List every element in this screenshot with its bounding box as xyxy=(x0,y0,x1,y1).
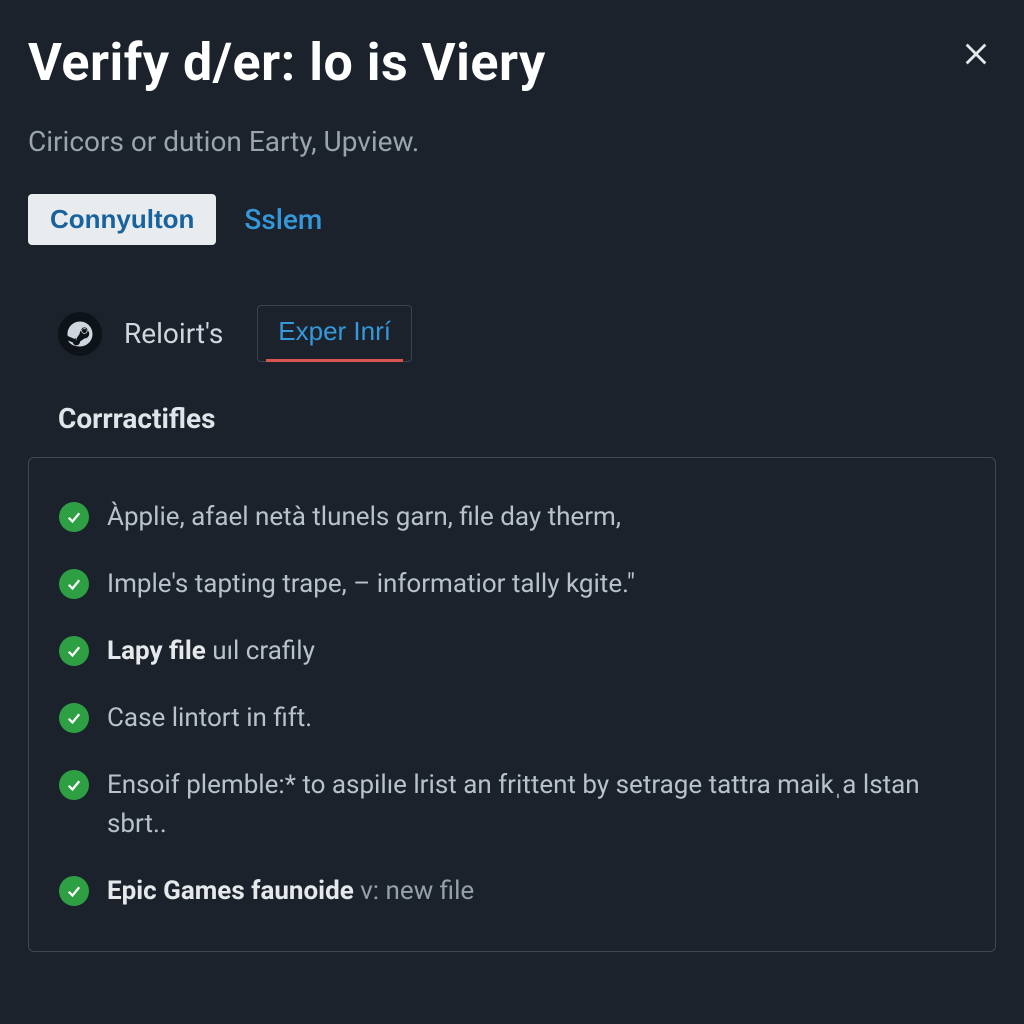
list-item-text: Imple's tapting trape, – informatior tal… xyxy=(107,565,635,604)
primary-action-row: Connyulton Sslem xyxy=(28,194,996,245)
steam-badge xyxy=(58,312,102,356)
check-icon xyxy=(59,770,89,800)
exper-inri-button[interactable]: Exper Inrí xyxy=(257,305,412,362)
dialog-header: Verify d/er: lo is Viery xyxy=(28,34,996,91)
list-item-text: Epic Games faunoide v: new file xyxy=(107,872,474,911)
list-item-text: Case lintort in fift. xyxy=(107,699,312,738)
dialog-title: Verify d/er: lo is Viery xyxy=(28,34,546,91)
list-item-text: Ensoif plemble:* to aspilıe lrist an fri… xyxy=(107,766,965,844)
check-icon xyxy=(59,502,89,532)
connyulton-button[interactable]: Connyulton xyxy=(28,194,216,245)
check-icon xyxy=(59,569,89,599)
close-button[interactable] xyxy=(956,34,996,74)
list-item-text: Lapy file uıl crafily xyxy=(107,632,315,671)
dialog: Verify d/er: lo is Viery Ciricors or dut… xyxy=(0,0,1024,1024)
dialog-subtitle: Ciricors or dution Earty, Upview. xyxy=(28,125,996,158)
list-item: Epic Games faunoide v: new file xyxy=(53,858,971,925)
list-item-text: Àpplie, afael netà tlunels garn, file da… xyxy=(107,498,621,537)
steam-icon xyxy=(65,319,95,349)
check-list-panel: Àpplie, afael netà tlunels garn, file da… xyxy=(28,457,996,952)
check-icon xyxy=(59,636,89,666)
close-icon xyxy=(962,40,990,68)
list-item: Case lintort in fift. xyxy=(53,685,971,752)
list-item: Àpplie, afael netà tlunels garn, file da… xyxy=(53,484,971,551)
list-item: Ensoif plemble:* to aspilıe lrist an fri… xyxy=(53,752,971,858)
sslem-link[interactable]: Sslem xyxy=(244,203,322,236)
reloirts-label: Reloirt's xyxy=(124,317,223,350)
secondary-action-row: Reloirt's Exper Inrí xyxy=(58,305,996,362)
list-item: Lapy file uıl crafily xyxy=(53,618,971,685)
check-icon xyxy=(59,876,89,906)
check-icon xyxy=(59,703,89,733)
section-heading: Corrractifles xyxy=(58,402,996,435)
list-item: Imple's tapting trape, – informatior tal… xyxy=(53,551,971,618)
